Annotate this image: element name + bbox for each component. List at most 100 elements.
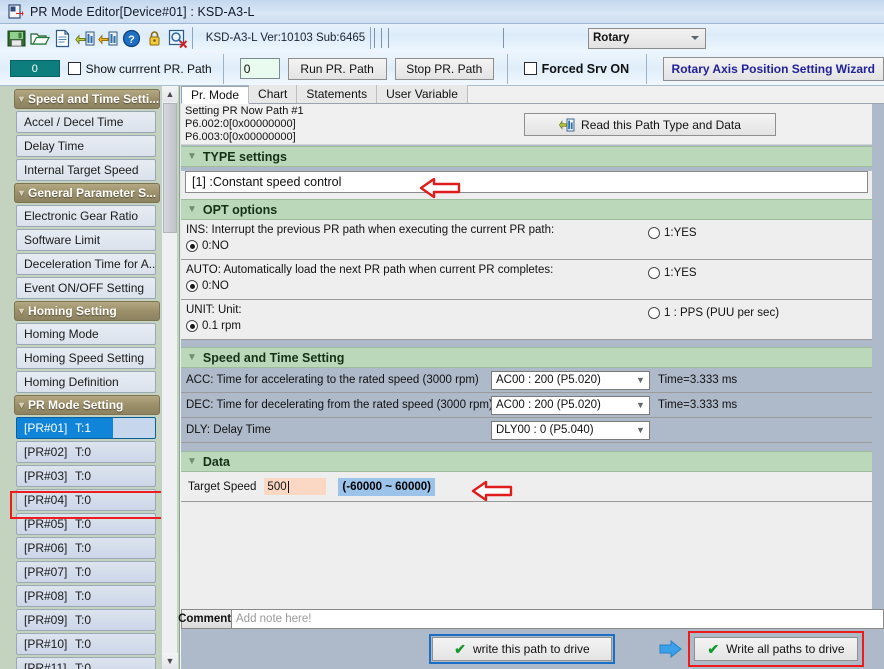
sidebar-scroll-thumb[interactable] [163,103,177,233]
new-file-icon[interactable] [52,28,73,49]
sidebar-item-homing-definition[interactable]: Homing Definition [16,371,156,393]
pr-item-comment-area [113,442,155,462]
sidebar-group-label: Homing Setting [28,304,117,318]
sidebar-item-homing-mode[interactable]: Homing Mode [16,323,156,345]
combo-value: AC00 : 200 (P5.020) [496,399,601,411]
toolbar-separator-4 [388,28,389,48]
navigation-sidebar: ▾ Speed and Time Setti... Accel / Decel Ti… [0,86,180,669]
combo-value: DLY00 : 0 (P5.040) [496,424,594,436]
pr-item-comment-area [113,466,155,486]
checkbox-box [523,62,537,75]
opt-row-caption: INS: Interrupt the previous PR path when… [186,224,555,236]
sidebar-group-homing-setting[interactable]: ▾ Homing Setting [14,301,160,321]
forced-srv-on-label: Forced Srv ON [541,61,630,76]
toolbar-separator-2 [374,28,375,48]
sidebar-item-delay-time[interactable]: Delay Time [16,135,156,157]
main-panel: Pr. Mode Chart Statements User Variable Set… [178,85,884,669]
sidebar-item-accel-decel-time[interactable]: Accel / Decel Time [16,111,156,133]
type-settings-value[interactable]: [1] :Constant speed control [185,171,868,193]
write-to-drive-icon[interactable] [98,28,119,49]
read-from-drive-icon[interactable] [75,28,96,49]
axis-mode-select[interactable]: Rotary [588,27,706,49]
tab-statements[interactable]: Statements [297,85,378,103]
pr-item-id: [PR#07] [24,565,68,579]
sidebar-pr-item-pr06[interactable]: [PR#06] T:0 [16,537,156,559]
target-speed-input[interactable]: 500 [264,478,327,495]
sidebar-pr-item-pr11[interactable]: [PR#11] T:0 [16,657,156,669]
sidebar-item-software-limit[interactable]: Software Limit [16,229,156,251]
target-speed-label: Target Speed [188,480,257,493]
stop-pr-path-button[interactable]: Stop PR. Path [394,57,494,80]
radio-button-icon [186,240,198,252]
forced-srv-on-checkbox[interactable]: Forced Srv ON [523,61,630,76]
sidebar-pr-item-pr10[interactable]: [PR#10] T:0 [16,633,156,655]
sidebar-group-pr-mode-setting[interactable]: ▾ PR Mode Setting [14,395,160,415]
save-icon[interactable] [6,28,27,49]
chevron-down-icon [691,36,699,40]
sidebar-group-general-parameter-settings[interactable]: ▾ General Parameter S... [14,183,160,203]
sidebar-item-electronic-gear-ratio[interactable]: Electronic Gear Ratio [16,205,156,227]
scroll-down-arrow-icon[interactable]: ▼ [162,653,178,669]
sidebar-pr-item-pr05[interactable]: [PR#05] T:0 [16,513,156,535]
sidebar-pr-item-pr07[interactable]: [PR#07] T:0 [16,561,156,583]
tab-pr-mode[interactable]: Pr. Mode [181,86,250,104]
sidebar-pr-item-pr01[interactable]: [PR#01] T:1 [16,417,156,439]
path-number-input[interactable]: 0 [239,58,280,79]
speed-time-combo-1[interactable]: AC00 : 200 (P5.020) ▼ [491,395,650,415]
write-this-path-button[interactable]: ✔ write this path to drive [429,634,615,664]
opt-radio-right-2[interactable]: 1 : PPS (PUU per sec) [648,307,779,319]
pr-item-comment-area [113,634,155,654]
sidebar-pr-item-pr03[interactable]: [PR#03] T:0 [16,465,156,487]
chevron-down-icon: ▾ [19,187,25,199]
sidebar-item-deceleration-time-for-a[interactable]: Deceleration Time for A... [16,253,156,275]
opt-options-header[interactable]: ▼ OPT options [181,199,872,220]
write-all-paths-button[interactable]: ✔ Write all paths to drive [688,631,864,667]
radio-button-icon [648,267,660,279]
pr-item-type: T:0 [75,637,92,651]
search-delete-icon[interactable] [167,28,188,49]
scroll-up-arrow-icon[interactable]: ▲ [162,86,178,102]
pr-item-type: T:0 [75,589,92,603]
target-speed-value: 500 [267,480,287,493]
opt-options-title: OPT options [202,202,278,217]
sidebar-item-internal-target-speed[interactable]: Internal Target Speed [16,159,156,181]
opt-radio-left-2[interactable]: 0.1 rpm [186,320,872,332]
speed-time-combo-0[interactable]: AC00 : 200 (P5.020) ▼ [491,370,650,390]
opt-radio-left-0[interactable]: 0:NO [186,240,872,252]
rotary-axis-wizard-button[interactable]: Rotary Axis Position Setting Wizard [662,56,884,81]
pr-item-id: [PR#09] [24,613,68,627]
pr-item-id: [PR#03] [24,469,68,483]
speed-time-combo-2[interactable]: DLY00 : 0 (P5.040) ▼ [491,420,650,440]
type-settings-header[interactable]: ▼ TYPE settings [181,146,872,167]
opt-radio-right-0[interactable]: 1:YES [648,227,697,239]
sidebar-pr-item-pr04[interactable]: [PR#04] T:0 [16,489,156,511]
sidebar-item-homing-speed-setting[interactable]: Homing Speed Setting [16,347,156,369]
tab-chart[interactable]: Chart [249,85,298,103]
sidebar-item-event-on-off-setting[interactable]: Event ON/OFF Setting [16,277,156,299]
sidebar-group-speed-and-time-settings[interactable]: ▾ Speed and Time Setti... [14,89,160,109]
sidebar-pr-item-pr08[interactable]: [PR#08] T:0 [16,585,156,607]
lock-icon[interactable] [144,28,165,49]
data-header[interactable]: ▼ Data [181,451,872,472]
comment-input[interactable]: Add note here! [232,609,884,629]
open-folder-icon[interactable] [29,28,51,49]
pr-item-id: [PR#06] [24,541,68,555]
opt-radio-right-1[interactable]: 1:YES [648,267,697,279]
toolbar-separator-5 [503,28,504,48]
speed-time-header[interactable]: ▼ Speed and Time Setting [181,347,872,368]
pr-item-type: T:0 [75,613,92,627]
sidebar-scrollbar[interactable]: ▲ ▼ [161,86,178,669]
run-pr-path-button[interactable]: Run PR. Path [287,57,387,80]
chevron-down-icon: ▼ [187,204,197,215]
opt-radio-left-1[interactable]: 0:NO [186,280,872,292]
sidebar-group-label: General Parameter S... [28,186,157,200]
sidebar-pr-item-pr02[interactable]: [PR#02] T:0 [16,441,156,463]
read-path-type-and-data-button[interactable]: Read this Path Type and Data [524,113,776,136]
opt-row-2: UNIT: Unit: 0.1 rpm 1 : PPS (PUU per sec) [181,300,872,340]
tab-user-variable[interactable]: User Variable [377,85,468,103]
sidebar-pr-item-pr09[interactable]: [PR#09] T:0 [16,609,156,631]
data-title: Data [202,454,230,469]
show-current-pr-path-checkbox[interactable]: Show currrent PR. Path [67,62,212,76]
help-icon[interactable]: ? [121,28,142,49]
chevron-down-icon: ▼ [636,425,645,435]
